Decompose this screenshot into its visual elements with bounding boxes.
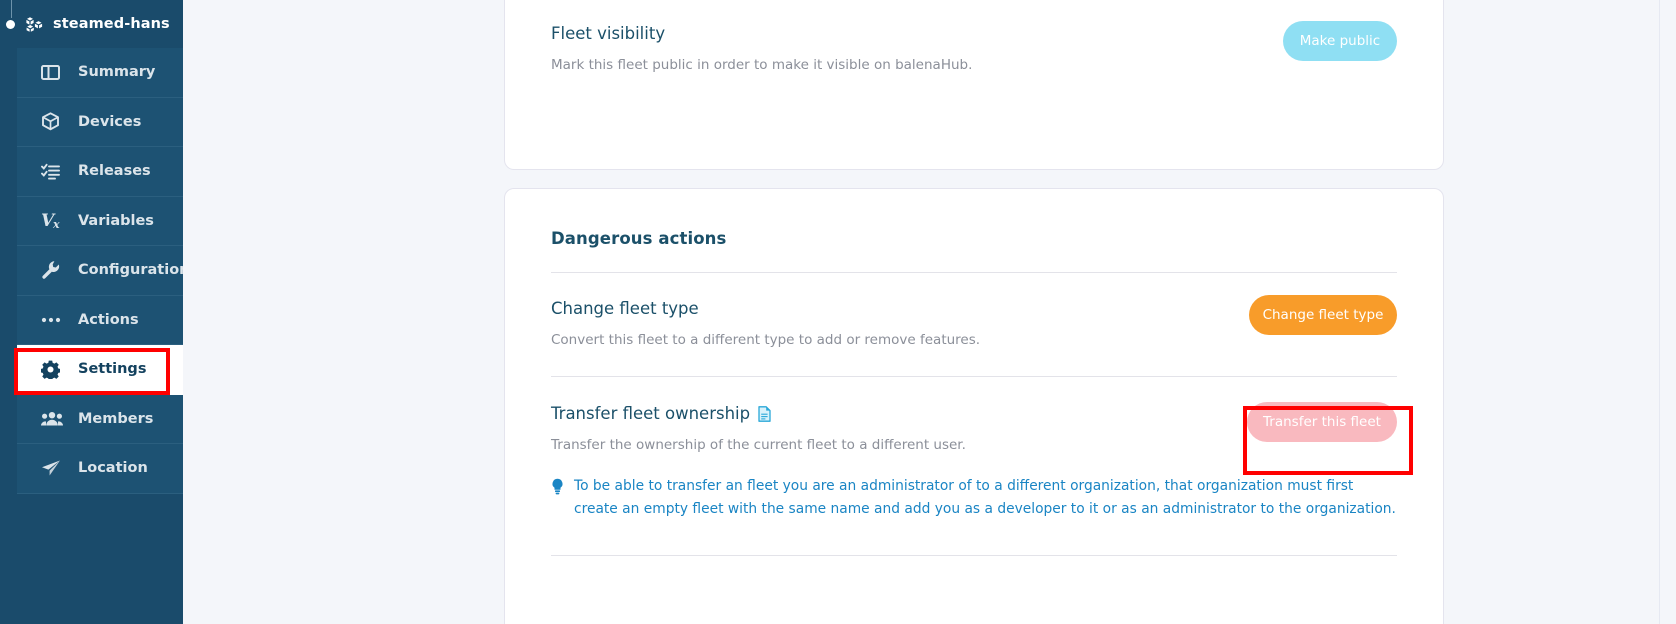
- fleet-visibility-description: Mark this fleet public in order to make …: [551, 57, 973, 73]
- dangerous-actions-title: Dangerous actions: [551, 229, 727, 248]
- sidebar-item-configuration[interactable]: Configuration: [17, 246, 190, 296]
- list-check-icon: [41, 163, 65, 180]
- tree-connector-line: [11, 0, 12, 18]
- sidebar-nav: Summary Devices Releases V x Variables C…: [17, 48, 190, 494]
- sidebar-item-label: Actions: [78, 311, 139, 328]
- transfer-ownership-row: Transfer fleet ownership Transfer the ow…: [551, 377, 1397, 556]
- paper-plane-icon: [41, 459, 65, 477]
- fleet-header[interactable]: steamed-hans: [0, 0, 183, 48]
- sidebar-item-actions[interactable]: Actions: [17, 295, 183, 345]
- fleet-visibility-row: Fleet visibility Mark this fleet public …: [551, 0, 1397, 99]
- transfer-ownership-title: Transfer fleet ownership: [551, 404, 751, 423]
- fleet-visibility-title: Fleet visibility: [551, 24, 666, 43]
- sidebar-item-label: Releases: [78, 163, 151, 180]
- transfer-this-fleet-button[interactable]: Transfer this fleet: [1247, 402, 1397, 442]
- variable-icon: V x: [41, 211, 65, 230]
- sidebar-item-label: Devices: [78, 113, 142, 130]
- fleet-status-dot: [6, 19, 15, 29]
- wrench-icon: [41, 260, 65, 280]
- sidebar-item-label: Settings: [78, 361, 147, 378]
- ellipsis-icon: [41, 316, 65, 324]
- change-fleet-type-row: Change fleet type Convert this fleet to …: [551, 273, 1397, 376]
- sidebar-item-summary[interactable]: Summary: [17, 48, 183, 98]
- fleet-sidebar: steamed-hans Summary Devices Releases V …: [0, 0, 190, 624]
- change-fleet-type-button[interactable]: Change fleet type: [1249, 295, 1397, 335]
- users-icon: [41, 411, 65, 427]
- sidebar-item-settings[interactable]: Settings: [17, 345, 183, 395]
- svg-text:x: x: [52, 218, 60, 230]
- gear-icon: [41, 360, 65, 379]
- layout-icon: [41, 64, 65, 81]
- sidebar-item-label: Summary: [78, 64, 156, 81]
- dangerous-actions-card: Dangerous actions Change fleet type Conv…: [504, 188, 1444, 624]
- cubes-icon: [24, 15, 44, 33]
- make-public-button[interactable]: Make public: [1283, 21, 1397, 61]
- sidebar-item-location[interactable]: Location: [17, 444, 183, 494]
- main-content: Fleet visibility Mark this fleet public …: [183, 0, 1676, 624]
- transfer-ownership-tip: To be able to transfer an fleet you are …: [551, 475, 1397, 521]
- lightbulb-icon: [551, 478, 565, 503]
- sidebar-item-members[interactable]: Members: [17, 394, 183, 444]
- fleet-visibility-card: Fleet visibility Mark this fleet public …: [504, 0, 1444, 170]
- app-root: steamed-hans Summary Devices Releases V …: [0, 0, 1676, 624]
- sidebar-item-label: Members: [78, 410, 154, 427]
- content-right-divider: [1659, 0, 1660, 624]
- sidebar-item-releases[interactable]: Releases: [17, 147, 183, 197]
- sidebar-item-label: Location: [78, 460, 148, 477]
- sidebar-item-devices[interactable]: Devices: [17, 97, 183, 147]
- cube-icon: [41, 112, 65, 131]
- sidebar-item-label: Variables: [78, 212, 154, 229]
- sidebar-item-label: Configuration: [78, 262, 190, 279]
- dangerous-divider-3: [551, 554, 1397, 556]
- fleet-name-label: steamed-hans: [53, 16, 170, 32]
- transfer-ownership-tip-text: To be able to transfer an fleet you are …: [574, 478, 1396, 517]
- sidebar-item-variables[interactable]: V x Variables: [17, 196, 183, 246]
- document-icon[interactable]: [758, 405, 771, 422]
